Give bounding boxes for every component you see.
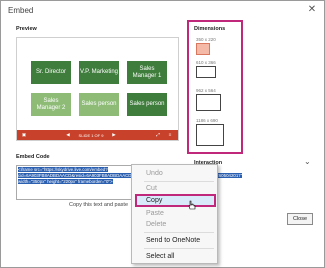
chevron-down-icon[interactable]: ⌄ [304,157,311,166]
menu-item-delete[interactable]: Delete [146,220,166,230]
dim-option-2[interactable] [196,66,216,78]
dim-option-label-2: 610 x 366 [196,60,216,65]
menu-item-copy[interactable]: Copy [146,196,162,206]
close-button[interactable]: Close [287,213,313,225]
dim-option-1[interactable] [196,43,210,55]
powerpoint-icon: ▣ [21,132,27,137]
menu-separator [144,248,214,249]
dim-option-4[interactable] [196,124,224,146]
dimensions-label: Dimensions [194,26,226,32]
embed-code-label: Embed Code [16,154,50,160]
menu-separator [144,232,214,233]
org-box-sr-director: Sr. Director [31,61,71,84]
hand-cursor-icon [188,200,196,210]
menu-icon[interactable]: ≡ [167,132,173,138]
org-box-vp-marketing: V.P. Marketing [79,61,119,84]
slide-indicator: SLIDE 1 OF 9 [78,132,104,138]
dialog-title: Embed [8,6,34,15]
menu-item-undo[interactable]: Undo [146,169,163,179]
org-box-sales-manager-1: Sales Manager 1 [127,61,167,84]
dim-option-3[interactable] [196,94,221,111]
context-menu: Undo Cut Copy Paste Delete Send to OneNo… [131,164,218,264]
previous-slide-icon[interactable]: ◀ [65,132,71,138]
org-box-sales-person-1: Sales person [79,93,119,116]
dim-option-label-4: 1186 x 690 [196,118,218,123]
next-slide-icon[interactable]: ▶ [111,132,117,138]
fullscreen-icon[interactable]: ⤢ [155,132,161,138]
preview-toolbar: ▣ ◀ SLIDE 1 OF 9 ▶ ⤢ ≡ [17,130,178,140]
slide-preview: Sr. Director V.P. Marketing Sales Manage… [16,37,179,141]
menu-item-cut[interactable]: Cut [146,184,157,194]
org-box-sales-manager-2: Sales Manager 2 [31,93,71,116]
dim-option-label-1: 350 x 220 [196,37,216,42]
menu-item-send-to-onenote[interactable]: Send to OneNote [146,236,200,246]
embed-dialog: Embed ✕ Preview Sr. Director V.P. Market… [0,0,325,268]
preview-label: Preview [16,26,37,32]
menu-item-paste[interactable]: Paste [146,209,164,219]
menu-separator [144,181,214,182]
org-box-sales-person-2: Sales person [127,93,167,116]
copy-hint: Copy this text and paste [69,202,129,208]
slide-canvas: Sr. Director V.P. Marketing Sales Manage… [17,38,178,130]
close-icon[interactable]: ✕ [306,4,318,16]
dimensions-panel: Dimensions 350 x 220 610 x 366 962 x 564… [187,20,243,154]
menu-item-select-all[interactable]: Select all [146,252,174,262]
dim-option-label-3: 962 x 564 [196,88,216,93]
